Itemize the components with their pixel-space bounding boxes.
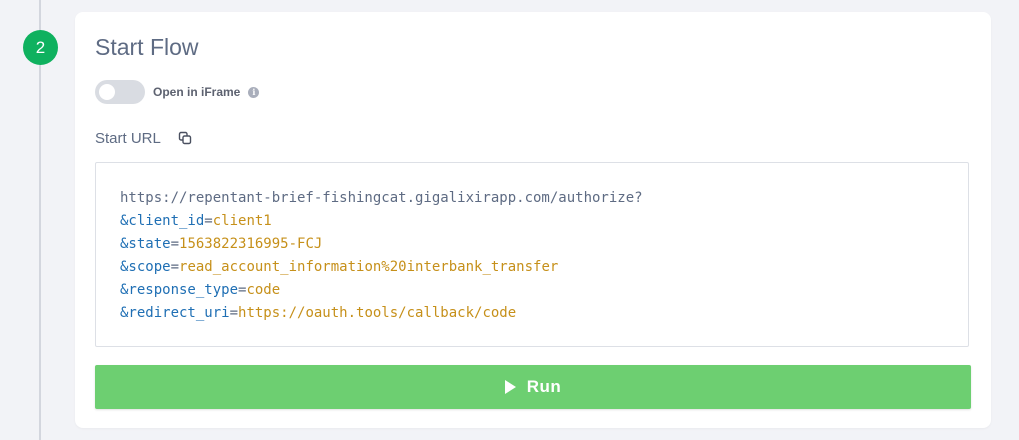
start-url-label: Start URL [95, 129, 161, 147]
url-param: &client_id=client1 [120, 213, 272, 229]
iframe-toggle-row: Open in iFrame i [95, 80, 260, 104]
start-url-code-box[interactable]: https://repentant-brief-fishingcat.gigal… [95, 162, 969, 347]
param-value: client1 [212, 213, 272, 229]
play-icon [504, 380, 516, 394]
param-key: &redirect_uri [120, 305, 230, 321]
param-value: code [246, 282, 281, 298]
url-param: &scope=read_account_information%20interb… [120, 259, 558, 275]
param-equals: = [204, 213, 213, 229]
toggle-knob [99, 84, 115, 100]
open-in-iframe-label: Open in iFrame [153, 85, 241, 99]
url-param: &redirect_uri=https://oauth.tools/callba… [120, 305, 516, 321]
url-param: &response_type=code [120, 282, 280, 298]
param-key: &response_type [120, 282, 239, 298]
step-number-badge: 2 [23, 30, 58, 65]
param-equals: = [229, 305, 239, 321]
run-button-label: Run [526, 377, 562, 396]
param-value: 1563822316995-FCJ [179, 236, 323, 252]
param-value: read_account_information%20interbank_tra… [179, 259, 559, 275]
param-key: &client_id [120, 213, 205, 229]
url-param: &state=1563822316995-FCJ [120, 236, 322, 252]
copy-icon[interactable] [177, 130, 193, 146]
start-url-label-row: Start URL [95, 128, 193, 148]
param-equals: = [170, 236, 180, 252]
param-value: https://oauth.tools/callback/code [238, 305, 517, 321]
url-base: https://repentant-brief-fishingcat.gigal… [120, 190, 643, 206]
run-button[interactable]: Run [95, 365, 971, 409]
card-title: Start Flow [95, 34, 199, 60]
open-in-iframe-toggle[interactable] [95, 80, 145, 104]
param-key: &scope [120, 259, 171, 275]
timeline-line [39, 0, 41, 440]
info-icon[interactable]: i [248, 86, 260, 98]
start-url-code: https://repentant-brief-fishingcat.gigal… [120, 187, 643, 325]
start-flow-card: Start Flow Open in iFrame i Start URL ht… [75, 12, 991, 428]
param-equals: = [170, 259, 180, 275]
param-key: &state [120, 236, 171, 252]
